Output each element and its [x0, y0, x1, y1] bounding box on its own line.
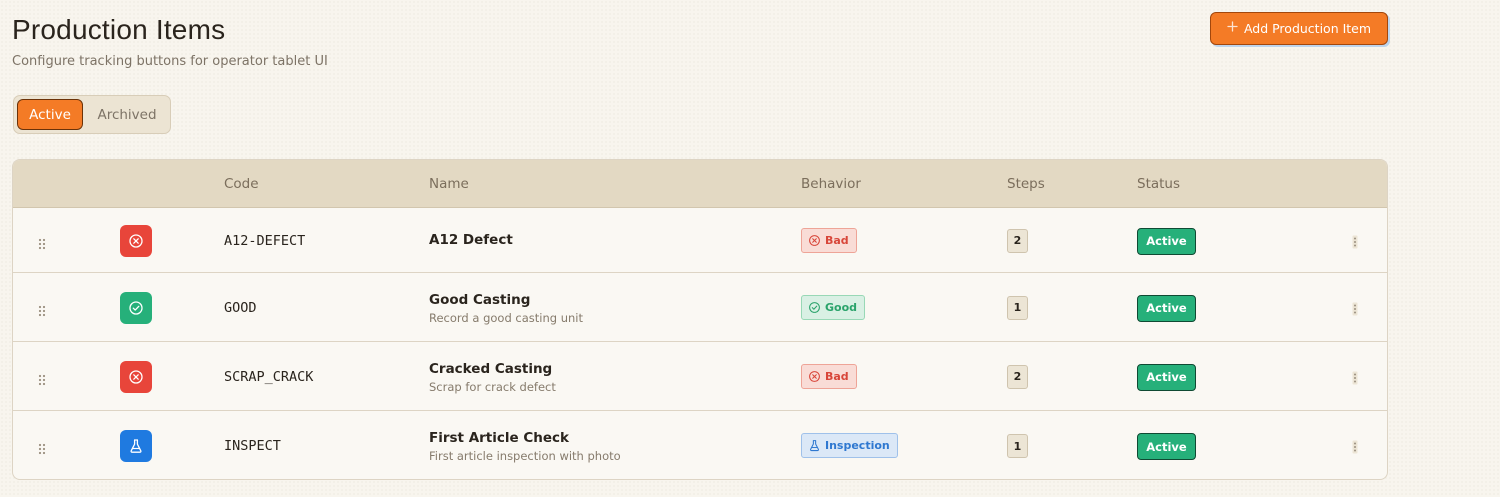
tab-archived[interactable]: Archived — [87, 99, 167, 130]
status-badge: Active — [1137, 294, 1196, 322]
column-header-name: Name — [429, 176, 469, 192]
steps-count: 2 — [1007, 364, 1028, 389]
tab-active[interactable]: Active — [17, 99, 83, 130]
behavior-badge: Bad — [801, 227, 857, 253]
more-options-icon[interactable] — [1352, 370, 1358, 384]
steps-count: 2 — [1007, 228, 1028, 253]
page-subtitle: Configure tracking buttons for operator … — [12, 54, 328, 69]
table-row[interactable]: SCRAP_CRACK Cracked Casting Scrap for cr… — [13, 342, 1387, 411]
check-circle-icon — [120, 291, 152, 324]
behavior-label: Good — [825, 300, 858, 314]
item-description: Record a good casting unit — [429, 310, 584, 325]
behavior-badge: Inspection — [801, 433, 898, 458]
more-options-icon[interactable] — [1352, 234, 1358, 248]
table-header: Code Name Behavior Steps Status — [13, 160, 1387, 208]
drag-handle-icon[interactable] — [37, 235, 47, 249]
status-badge: Active — [1137, 363, 1196, 391]
more-options-icon[interactable] — [1352, 439, 1358, 454]
table-row[interactable]: GOOD Good Casting Record a good casting … — [13, 273, 1387, 342]
item-description: First article inspection with photo — [429, 449, 621, 463]
column-header-status: Status — [1137, 176, 1181, 192]
steps-count: 1 — [1007, 295, 1028, 320]
column-header-steps: Steps — [1007, 176, 1045, 192]
item-code: INSPECT — [224, 438, 281, 454]
item-code: GOOD — [224, 299, 257, 316]
x-circle-icon — [808, 234, 821, 247]
drag-handle-icon[interactable] — [37, 371, 47, 385]
behavior-label: Bad — [825, 369, 849, 383]
table-row[interactable]: A12-DEFECT A12 Defect Bad 2 Active — [13, 208, 1387, 273]
table-row[interactable]: INSPECT First Article Check First articl… — [13, 411, 1387, 479]
x-circle-icon — [120, 360, 152, 393]
item-description: Scrap for crack defect — [429, 379, 556, 394]
item-name: Good Casting — [429, 291, 531, 308]
item-name: A12 Defect — [429, 231, 513, 248]
more-options-icon[interactable] — [1352, 301, 1358, 315]
flask-icon — [808, 439, 821, 452]
x-circle-icon — [808, 370, 821, 383]
steps-count: 1 — [1007, 434, 1028, 458]
page-title: Production Items — [12, 14, 226, 45]
check-circle-icon — [808, 301, 821, 314]
status-badge: Active — [1137, 227, 1196, 255]
behavior-label: Inspection — [825, 439, 890, 452]
item-name: Cracked Casting — [429, 360, 553, 377]
plus-icon — [1227, 21, 1238, 36]
x-circle-icon — [120, 224, 152, 257]
flask-icon — [120, 430, 152, 462]
drag-handle-icon[interactable] — [37, 302, 47, 316]
behavior-badge: Bad — [801, 363, 857, 389]
item-code: A12-DEFECT — [224, 232, 306, 249]
drag-handle-icon[interactable] — [37, 440, 47, 455]
column-header-code: Code — [224, 176, 259, 192]
item-name: First Article Check — [429, 430, 570, 446]
status-tabs: Active Archived — [13, 95, 171, 134]
item-code: SCRAP_CRACK — [224, 368, 314, 385]
behavior-label: Bad — [825, 233, 849, 247]
add-production-item-button[interactable]: Add Production Item — [1210, 12, 1388, 45]
production-items-table: Code Name Behavior Steps Status A12-DEFE… — [12, 159, 1388, 480]
column-header-behavior: Behavior — [801, 176, 861, 192]
status-badge: Active — [1137, 433, 1196, 460]
behavior-badge: Good — [801, 294, 866, 320]
add-production-item-label: Add Production Item — [1243, 21, 1372, 36]
